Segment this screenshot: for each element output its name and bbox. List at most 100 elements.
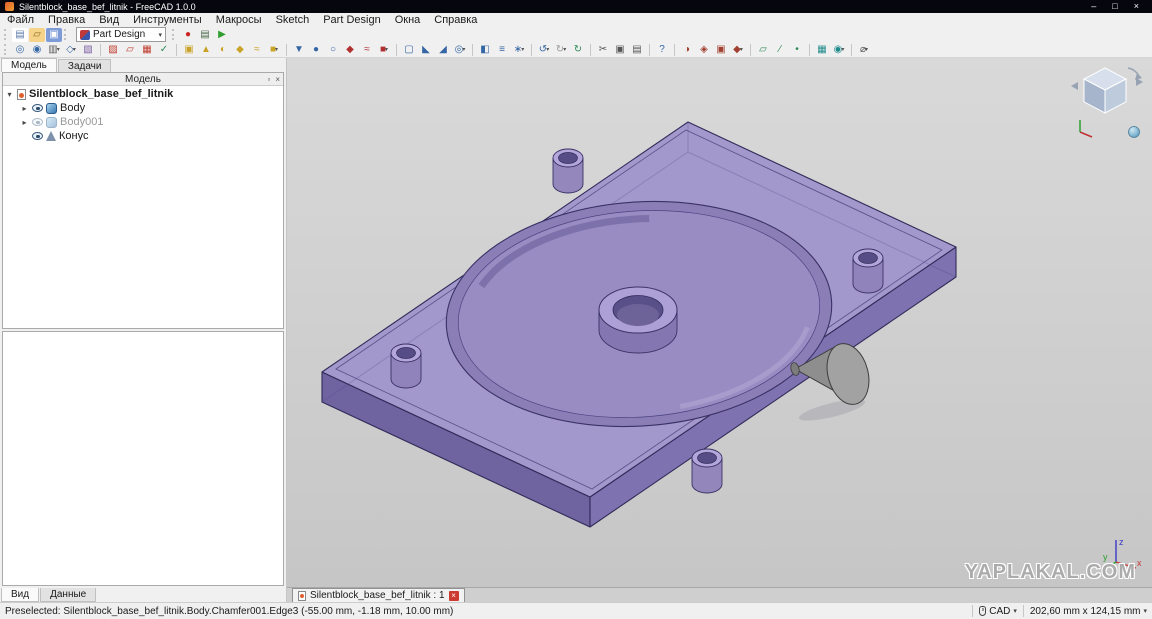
subtractive-primitive-caret[interactable]: ▾ <box>385 46 388 53</box>
chamfer-icon[interactable]: ◣ <box>418 43 434 57</box>
corner-hole[interactable] <box>852 248 884 294</box>
draft-icon[interactable]: ◢ <box>435 43 451 57</box>
redo-icon[interactable]: ↻ ▾ <box>553 43 569 57</box>
workbench-selector[interactable]: Part Design ▾ <box>76 27 166 42</box>
nav-style-selector[interactable]: CAD ▾ <box>979 606 1017 617</box>
mirrored-icon[interactable]: ◧ <box>477 43 493 57</box>
toolbar-grip[interactable] <box>172 29 177 40</box>
toolbar-grip[interactable] <box>4 29 9 40</box>
additive-loft-icon[interactable]: ◆ <box>232 43 248 57</box>
datum-point-icon[interactable]: • <box>789 43 805 57</box>
tree-row-body[interactable]: ▸ Body <box>5 101 283 115</box>
copy-icon[interactable]: ▣ <box>612 43 628 57</box>
isometric-view-icon[interactable]: ◇ ▾ <box>63 43 79 57</box>
chevron-down-icon[interactable]: ▾ <box>158 31 162 39</box>
open-document-icon[interactable]: ▱ <box>29 27 45 42</box>
isometric-view-caret[interactable]: ▾ <box>73 46 76 53</box>
undo-caret[interactable]: ▾ <box>546 46 549 53</box>
tab-данные[interactable]: Данные <box>40 588 97 602</box>
visibility-eye-icon[interactable] <box>32 104 43 112</box>
shape-binder-icon[interactable]: ◈ <box>696 43 712 57</box>
maximize-button[interactable]: □ <box>1112 0 1117 13</box>
menu-sketch[interactable]: Sketch <box>269 13 317 27</box>
trackball-icon[interactable] <box>1128 126 1140 138</box>
expander-icon[interactable]: ▾ <box>5 90 14 99</box>
map-sketch-icon[interactable]: ▦ <box>139 43 155 57</box>
menu-part-design[interactable]: Part Design <box>316 13 387 27</box>
save-icon[interactable]: ▣ <box>46 27 62 42</box>
menu-вид[interactable]: Вид <box>92 13 126 27</box>
corner-hole[interactable] <box>691 448 723 494</box>
fillet-icon[interactable]: ▢ <box>401 43 417 57</box>
fit-all-icon[interactable]: ◎ <box>12 43 28 57</box>
cut-icon[interactable]: ✂ <box>595 43 611 57</box>
pad-icon[interactable]: ▲ <box>198 43 214 57</box>
draw-style-caret[interactable]: ▾ <box>57 46 60 53</box>
menu-файл[interactable]: Файл <box>0 13 41 27</box>
datum-plane-icon[interactable]: ▱ <box>755 43 771 57</box>
minimize-button[interactable]: – <box>1091 0 1096 13</box>
boolean-operation-icon[interactable]: ◑ <box>679 43 695 57</box>
pocket-icon[interactable]: ▼ <box>291 43 307 57</box>
undock-icon[interactable]: ▫ <box>267 73 270 86</box>
tree-row-конус[interactable]: Конус <box>5 129 283 143</box>
corner-hole[interactable] <box>552 148 584 194</box>
center-boss[interactable] <box>598 286 678 354</box>
menu-инструменты[interactable]: Инструменты <box>126 13 209 27</box>
appearance-icon[interactable]: ▧ <box>80 43 96 57</box>
paste-icon[interactable]: ▤ <box>629 43 645 57</box>
undo-icon[interactable]: ↺ ▾ <box>536 43 552 57</box>
viewport[interactable]: z x y YAPLAKAL.COM Silentblock_base_bef_… <box>287 58 1152 602</box>
refresh-icon[interactable]: ↻ <box>570 43 586 57</box>
macros-dialog-icon[interactable]: ▤ <box>197 28 213 42</box>
thickness-icon[interactable]: ◎ ▾ <box>452 43 468 57</box>
datum-line-icon[interactable]: ∕ <box>772 43 788 57</box>
new-document-icon[interactable]: ▤ <box>12 27 28 42</box>
close-button[interactable]: × <box>1134 0 1139 13</box>
create-body-icon[interactable]: ▣ <box>181 43 197 57</box>
snap-caret[interactable]: ▾ <box>841 46 844 53</box>
toolbar-grip[interactable] <box>64 29 69 40</box>
tab-модель[interactable]: Модель <box>1 58 57 72</box>
whats-this-icon[interactable]: ? <box>654 43 670 57</box>
thickness-caret[interactable]: ▾ <box>462 46 465 53</box>
visibility-eye-icon[interactable] <box>32 132 43 140</box>
chevron-down-icon[interactable]: ▾ <box>1013 607 1017 615</box>
record-macro-icon[interactable]: ● <box>180 28 196 42</box>
close-icon[interactable]: × <box>275 73 280 86</box>
subtractive-primitive-icon[interactable]: ■ ▾ <box>376 43 392 57</box>
tab-задачи[interactable]: Задачи <box>57 59 112 72</box>
migrate-caret[interactable]: ▾ <box>740 46 743 53</box>
measure-icon[interactable]: ⌀ ▾ <box>856 43 872 57</box>
toolbar-grip[interactable] <box>4 44 9 55</box>
subtractive-pipe-icon[interactable]: ≈ <box>359 43 375 57</box>
execute-macro-icon[interactable]: ▶ <box>214 28 230 42</box>
additive-primitive-caret[interactable]: ▾ <box>275 46 278 53</box>
close-tab-icon[interactable]: × <box>448 590 459 601</box>
polar-pattern-icon[interactable]: ∗ ▾ <box>511 43 527 57</box>
additive-pipe-icon[interactable]: ≈ <box>249 43 265 57</box>
measure-caret[interactable]: ▾ <box>865 46 868 53</box>
menu-окна[interactable]: Окна <box>388 13 428 27</box>
document-tab[interactable]: Silentblock_base_bef_litnik : 1 × <box>292 588 465 602</box>
navigation-cube[interactable] <box>1068 62 1146 144</box>
view-size-indicator[interactable]: 202,60 mm x 124,15 mm ▾ <box>1030 606 1147 617</box>
validate-sketch-icon[interactable]: ✓ <box>156 43 172 57</box>
menu-справка[interactable]: Справка <box>427 13 484 27</box>
tree-row-document[interactable]: ▾ Silentblock_base_bef_litnik <box>5 87 283 101</box>
expander-icon[interactable]: ▸ <box>20 118 29 127</box>
chevron-down-icon[interactable]: ▾ <box>1143 607 1147 615</box>
grid-icon[interactable]: ▦ <box>814 43 830 57</box>
rotate-left-arrow-icon[interactable] <box>1071 82 1078 90</box>
menu-правка[interactable]: Правка <box>41 13 92 27</box>
visibility-eye-icon[interactable] <box>32 118 43 126</box>
edit-sketch-icon[interactable]: ▱ <box>122 43 138 57</box>
corner-hole[interactable] <box>390 343 422 389</box>
create-sketch-icon[interactable]: ▨ <box>105 43 121 57</box>
redo-caret[interactable]: ▾ <box>563 46 566 53</box>
menu-макросы[interactable]: Макросы <box>209 13 269 27</box>
linear-pattern-icon[interactable]: ≡ <box>494 43 510 57</box>
groove-icon[interactable]: ○ <box>325 43 341 57</box>
fit-selection-icon[interactable]: ◉ <box>29 43 45 57</box>
revolution-icon[interactable]: ◐ <box>215 43 231 57</box>
